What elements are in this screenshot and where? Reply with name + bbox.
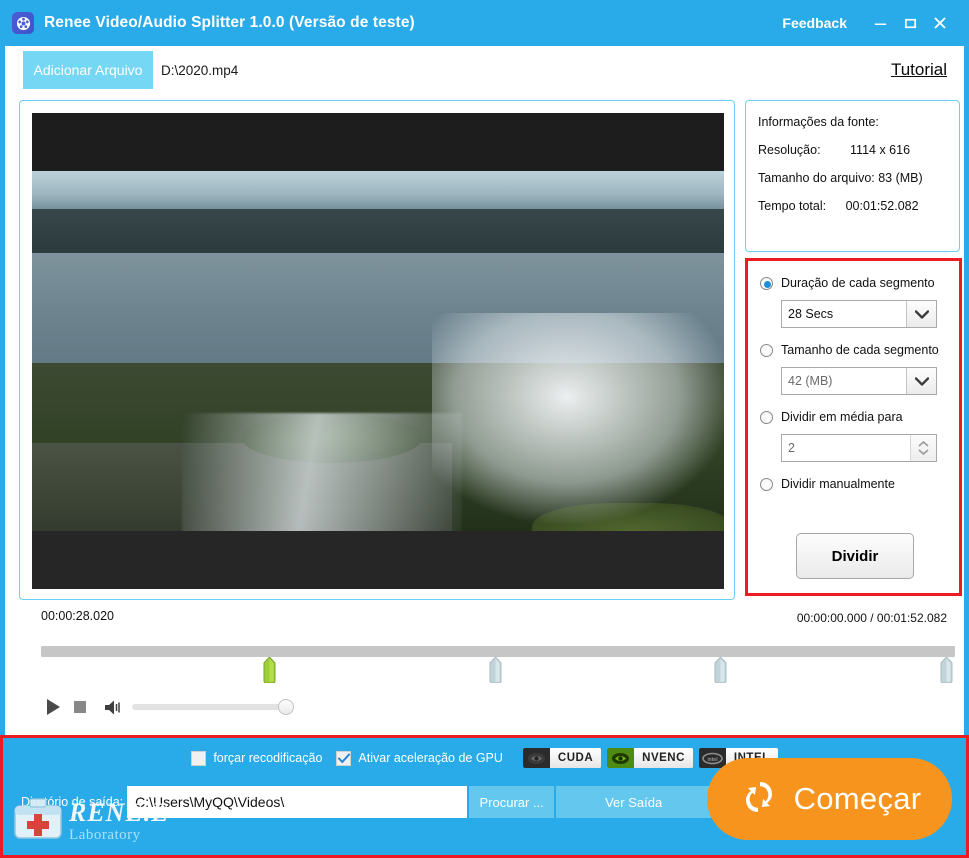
- split-options-panel: Duração de cada segmento 28 Secs Tamanho…: [745, 258, 962, 596]
- gpu-badge-nvenc-label: NVENC: [634, 748, 693, 768]
- radio-option-average[interactable]: Dividir em média para: [760, 407, 959, 427]
- watermark-sub: Laboratory: [69, 826, 141, 843]
- video-preview-panel: [19, 100, 735, 600]
- force-reencode-checkbox[interactable]: [191, 750, 207, 766]
- file-row: Adicionar Arquivo D:\2020.mp4 Tutorial: [5, 46, 964, 94]
- radio-size-label: Tamanho de cada segmento: [781, 343, 939, 357]
- radio-option-manual[interactable]: Dividir manualmente: [760, 474, 959, 494]
- chevron-down-icon: [918, 449, 929, 455]
- radio-manual-label: Dividir manualmente: [781, 477, 895, 491]
- size-dropdown[interactable]: 42 (MB): [781, 367, 937, 395]
- start-button-label: Começar: [793, 781, 922, 816]
- refresh-swap-icon: [738, 776, 780, 823]
- radio-average-icon[interactable]: [760, 410, 773, 424]
- view-output-button[interactable]: Ver Saída: [556, 786, 712, 818]
- chevron-down-icon[interactable]: [906, 301, 936, 327]
- maximize-icon[interactable]: [895, 8, 925, 38]
- radio-duration-label: Duração de cada segmento: [781, 276, 935, 290]
- radio-size-icon[interactable]: [760, 343, 773, 357]
- timeline-marker[interactable]: [714, 656, 727, 684]
- gpu-badge-cuda-label: CUDA: [549, 748, 602, 768]
- player-controls: [43, 697, 294, 717]
- size-dropdown-value: 42 (MB): [788, 374, 833, 388]
- timeline-marker[interactable]: [940, 656, 953, 684]
- playback-position-label: 00:00:00.000 / 00:01:52.082: [796, 611, 947, 625]
- bottom-action-bar: forçar recodificação Ativar aceleração d…: [0, 735, 969, 858]
- chevron-up-icon: [918, 441, 929, 447]
- source-resolution-label: Resolução:: [758, 143, 821, 157]
- video-sky: [32, 171, 724, 213]
- duration-dropdown[interactable]: 28 Secs: [781, 300, 937, 328]
- browse-button[interactable]: Procurar ...: [469, 786, 555, 818]
- start-button[interactable]: Começar: [707, 758, 952, 840]
- svg-text:intel: intel: [707, 757, 717, 763]
- gpu-badge-cuda[interactable]: CUDA: [522, 748, 602, 768]
- split-button[interactable]: Dividir: [796, 533, 914, 579]
- nvidia-eye-icon: [522, 748, 550, 768]
- app-window: Renee Video/Audio Splitter 1.0.0 (Versão…: [0, 0, 969, 858]
- nvidia-eye-icon: [607, 748, 635, 768]
- average-stepper-value: 2: [788, 441, 795, 455]
- window-title: Renee Video/Audio Splitter 1.0.0 (Versão…: [44, 14, 415, 31]
- close-icon[interactable]: [925, 8, 955, 38]
- radio-option-duration[interactable]: Duração de cada segmento: [760, 273, 959, 293]
- stepper-arrows[interactable]: [910, 435, 936, 461]
- film-reel-icon: [12, 12, 34, 34]
- title-bar: Renee Video/Audio Splitter 1.0.0 (Versão…: [0, 0, 969, 46]
- output-dir-input[interactable]: C:\Users\MyQQ\Videos\: [127, 786, 468, 818]
- source-filesize-row: Tamanho do arquivo: 83 (MB): [758, 171, 959, 185]
- video-letterbox-top: [32, 113, 724, 171]
- source-filesize-label: Tamanho do arquivo:: [758, 171, 875, 185]
- marker-time-label: 00:00:28.020: [41, 609, 114, 623]
- source-info-panel: Informações da fonte: Resolução: 1114 x …: [745, 100, 960, 252]
- radio-average-label: Dividir em média para: [781, 410, 903, 424]
- play-icon[interactable]: [43, 697, 63, 717]
- timeline-marker-active[interactable]: [263, 656, 276, 684]
- radio-duration-icon[interactable]: [760, 276, 773, 290]
- gpu-badge-nvenc[interactable]: NVENC: [607, 748, 693, 768]
- gpu-accel-checkbox[interactable]: [336, 750, 352, 766]
- source-resolution-value: 1114 x 616: [850, 143, 911, 157]
- source-duration-label: Tempo total:: [758, 199, 827, 213]
- timeline-track[interactable]: [41, 646, 955, 657]
- video-letterbox-bottom: [32, 531, 724, 589]
- volume-slider-knob[interactable]: [278, 699, 294, 715]
- feedback-link[interactable]: Feedback: [782, 15, 847, 31]
- volume-icon[interactable]: [104, 699, 124, 716]
- intel-oval-icon: intel: [698, 748, 726, 768]
- source-duration-value: 00:01:52.082: [845, 199, 919, 213]
- radio-manual-icon[interactable]: [760, 477, 773, 491]
- file-path-label: D:\2020.mp4: [161, 62, 239, 78]
- source-duration-row: Tempo total: 00:01:52.082: [758, 199, 959, 213]
- video-canvas[interactable]: [32, 113, 724, 589]
- minimize-icon[interactable]: [865, 8, 895, 38]
- average-stepper[interactable]: 2: [781, 434, 937, 462]
- stop-icon[interactable]: [72, 699, 88, 715]
- chevron-down-icon[interactable]: [906, 368, 936, 394]
- gpu-accel-label: Ativar aceleração de GPU: [358, 751, 503, 765]
- force-reencode-label: forçar recodificação: [213, 751, 323, 765]
- volume-slider[interactable]: [132, 699, 294, 715]
- video-waterfall-mist: [432, 313, 724, 523]
- tutorial-link[interactable]: Tutorial: [891, 60, 947, 80]
- source-info-heading: Informações da fonte:: [758, 115, 879, 129]
- timeline-marker[interactable]: [489, 656, 502, 684]
- duration-dropdown-value: 28 Secs: [788, 307, 834, 321]
- add-file-button[interactable]: Adicionar Arquivo: [23, 51, 153, 89]
- source-filesize-value: 83 (MB): [878, 171, 923, 185]
- video-forest: [32, 209, 724, 257]
- output-dir-label: Diretório de saída:: [21, 795, 124, 809]
- source-resolution-row: Resolução: 1114 x 616: [758, 143, 959, 157]
- radio-option-size[interactable]: Tamanho de cada segmento: [760, 340, 959, 360]
